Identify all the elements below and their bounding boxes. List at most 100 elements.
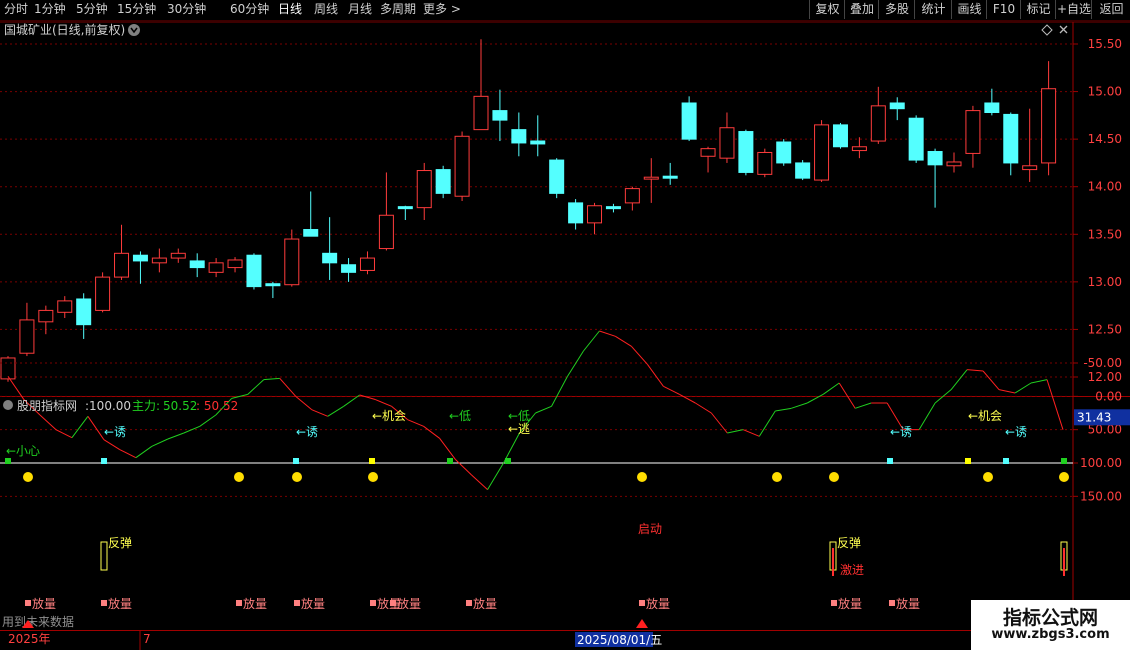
volume-marker: [101, 600, 107, 606]
candle-body: [303, 229, 319, 237]
candle-body: [416, 170, 432, 209]
indicator-line-segment: [407, 419, 424, 427]
signal-label-fangliang: 放量: [473, 596, 497, 611]
indicator-tick-label: 0.00: [1095, 389, 1122, 403]
close-x-icon[interactable]: [1059, 25, 1068, 34]
indicator-tick-label: 100.00: [1080, 456, 1122, 470]
chevron-down-icon[interactable]: [3, 400, 13, 410]
signal-marker: [293, 458, 299, 464]
indicator-line-segment: [103, 439, 121, 451]
watermark-url: www.zbgs3.com: [991, 627, 1110, 642]
rebound-box: [100, 541, 108, 571]
candle-body: [208, 262, 224, 273]
signal-dot: [234, 472, 244, 482]
volume-marker: [639, 600, 645, 606]
indicator-line-segment: [471, 474, 488, 491]
candle-body: [700, 148, 716, 157]
volume-marker: [390, 600, 396, 606]
candle-body: [738, 131, 754, 173]
candle-body: [530, 140, 546, 145]
candle-body: [549, 159, 565, 194]
candle-body: [851, 146, 867, 152]
chart-area: 15.50 15.00 14.50 14.00 13.50 13.00 12.50 12.00…: [0, 21, 1130, 650]
signal-label-you: ←诱: [1005, 425, 1027, 439]
candle-body: [359, 257, 375, 271]
indicator-tick-label: 150.00: [1080, 489, 1122, 503]
candle-body: [757, 151, 773, 175]
candle-body: [1003, 113, 1019, 164]
candle-body: [170, 252, 186, 259]
candle-body: [341, 264, 357, 273]
triangle-up-icon: [636, 619, 648, 628]
signal-marker: [369, 458, 375, 464]
candle-body: [284, 238, 300, 286]
volume-marker: [370, 600, 376, 606]
indicator-line-segment: [599, 330, 616, 337]
candle-body: [587, 205, 603, 224]
indicator-line-segment: [950, 369, 968, 390]
indicator-line-segment: [87, 416, 105, 440]
signal-marker: [101, 458, 107, 464]
price-tick-label: 14.50: [1088, 132, 1122, 146]
diamond-icon[interactable]: [1041, 24, 1053, 36]
indicator-line-segment: [758, 410, 776, 437]
signal-label-di: ←低: [508, 409, 530, 423]
indicator-line-segment: [135, 445, 153, 459]
candle-body: [568, 202, 584, 224]
candle-body: [814, 124, 830, 181]
indicator-line-segment: [439, 438, 456, 460]
indicator-line-segment: [263, 377, 280, 381]
candle-body: [95, 276, 111, 311]
signal-dot: [772, 472, 782, 482]
price-tick-label: 15.50: [1088, 37, 1122, 51]
volume-marker: [236, 600, 242, 606]
indicator-line-segment: [567, 350, 584, 377]
indicator-line-segment: [487, 462, 504, 490]
indicator-line-segment: [791, 402, 808, 409]
chevron-down-icon[interactable]: [128, 24, 140, 36]
signal-label-fangliang: 放量: [243, 596, 267, 611]
signal-label-xiaoxin: ←小心: [6, 444, 40, 458]
signal-dot: [983, 472, 993, 482]
indicator-line-segment: [71, 416, 89, 438]
signal-dot: [368, 472, 378, 482]
candle-body: [927, 151, 943, 166]
candle-body: [378, 214, 394, 250]
candle-body: [114, 252, 130, 278]
signal-label-fangliang: 放量: [108, 596, 132, 611]
candle-body: [832, 124, 848, 148]
indicator-name-value: :100.00: [85, 399, 131, 413]
candle-body: [57, 300, 73, 313]
price-tick-label: 12.00: [1088, 370, 1122, 384]
candle-body: [624, 188, 640, 204]
candle-body: [681, 102, 697, 140]
volume-marker: [294, 600, 300, 606]
candle-body: [870, 105, 886, 142]
indicator-line-segment: [151, 438, 169, 447]
indicator-line-segment: [375, 399, 392, 407]
indicator-line-segment: [55, 429, 73, 439]
indicator-line-segment: [918, 402, 936, 430]
candle-body: [322, 252, 338, 264]
candle-body: [397, 206, 413, 210]
signal-label-fantan: 反弹: [108, 536, 132, 550]
candle-body: [965, 110, 981, 154]
price-tick-label: 15.00: [1088, 85, 1122, 99]
indicator-line-segment: [855, 402, 872, 409]
indicator-line-segment: [423, 425, 440, 439]
watermark-title: 指标公式网: [1002, 607, 1098, 629]
signal-marker: [1061, 458, 1067, 464]
indicator-line-segment: [838, 382, 856, 409]
indicator-line-segment: [327, 405, 344, 417]
current-value-label: 31.43: [1077, 410, 1111, 424]
month-label: 7: [143, 632, 151, 646]
signal-marker: [5, 458, 11, 464]
indicator-line-segment: [247, 379, 265, 395]
indicator-line-segment: [1046, 379, 1064, 430]
watermark-logo: 指标公式网 www.zbgs3.com: [971, 600, 1130, 650]
indicator-line-segment: [119, 449, 137, 459]
candle-body: [795, 162, 811, 179]
candle-body: [189, 260, 205, 269]
candle-body: [227, 259, 243, 269]
indicator-line-segment: [967, 369, 984, 372]
